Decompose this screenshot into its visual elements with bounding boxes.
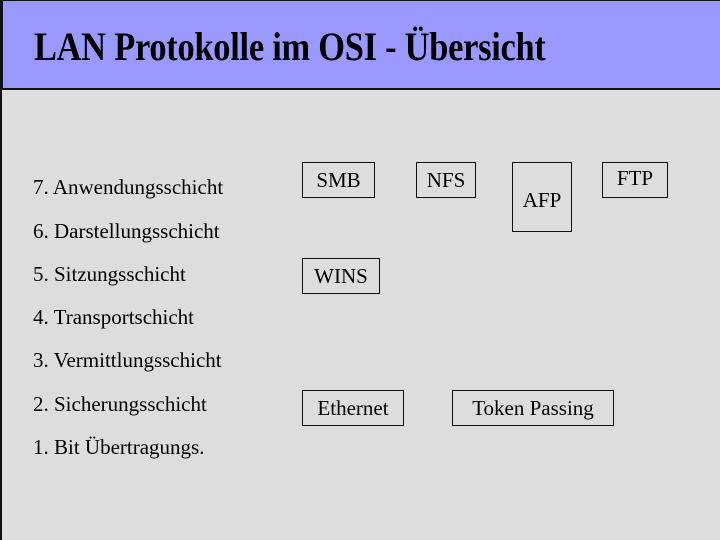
protocol-label-token-passing: Token Passing — [472, 395, 594, 420]
protocol-box-ethernet: Ethernet — [302, 390, 404, 426]
protocol-label-ethernet: Ethernet — [317, 395, 389, 420]
osi-layer-6: 6. Darstellungsschicht — [33, 219, 220, 243]
osi-layer-7: 7. Anwendungsschicht — [33, 175, 224, 199]
osi-layer-2: 2. Sicherungsschicht — [33, 392, 207, 416]
title-bar: LAN Protokolle im OSI - Übersicht — [2, 0, 720, 90]
protocol-label-smb: SMB — [316, 167, 361, 192]
protocol-box-nfs: NFS — [416, 162, 476, 198]
protocol-box-token-passing: Token Passing — [452, 390, 614, 426]
protocol-box-wins: WINS — [302, 258, 380, 294]
osi-layer-1: 1. Bit Übertragungs. — [33, 435, 205, 459]
osi-layer-3: 3. Vermittlungsschicht — [33, 348, 222, 372]
osi-layer-4: 4. Transportschicht — [33, 305, 195, 329]
protocol-label-wins: WINS — [314, 263, 368, 288]
protocol-box-ftp: FTP — [602, 162, 668, 198]
slide-title: LAN Protokolle im OSI - Übersicht — [34, 24, 546, 69]
protocol-box-afp: AFP — [512, 162, 572, 232]
slide: LAN Protokolle im OSI - Übersicht 7. Anw… — [0, 0, 720, 540]
osi-layer-5: 5. Sitzungsschicht — [33, 262, 186, 286]
protocol-box-smb: SMB — [302, 162, 375, 198]
protocol-label-nfs: NFS — [426, 167, 466, 192]
protocol-label-ftp: FTP — [616, 165, 654, 190]
protocol-label-afp: AFP — [522, 187, 562, 212]
